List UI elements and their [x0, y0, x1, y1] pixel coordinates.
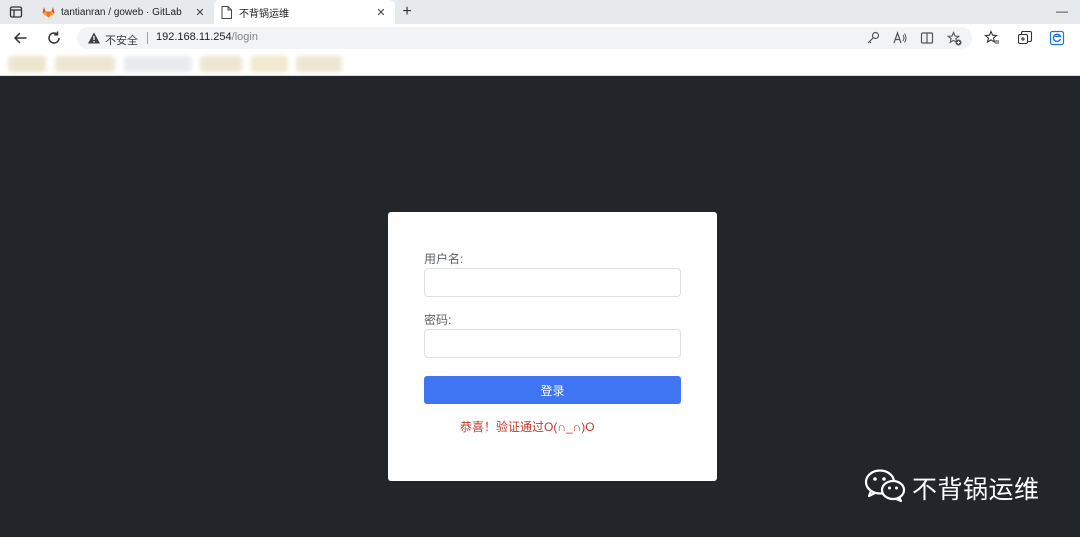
add-favorite-icon[interactable]: [946, 30, 962, 46]
warning-icon[interactable]: [87, 31, 101, 45]
read-aloud-icon[interactable]: [892, 30, 908, 46]
plus-icon[interactable]: +: [398, 3, 416, 21]
password-input[interactable]: [424, 329, 681, 358]
browser-toolbar: 不安全 192.168.11.254/login: [0, 24, 1080, 52]
page-icon: [220, 5, 233, 19]
tab-actions-icon[interactable]: [9, 5, 23, 19]
url-host: 192.168.11.254: [156, 31, 232, 43]
favorites-icon[interactable]: [983, 29, 1001, 47]
bookmark-item[interactable]: [8, 56, 46, 72]
password-label: 密码:: [424, 313, 452, 327]
tab-title: 不背锅运维: [239, 8, 289, 20]
url-text[interactable]: 192.168.11.254/login: [156, 31, 258, 43]
minimize-icon[interactable]: —: [1056, 4, 1068, 18]
refresh-icon[interactable]: [44, 28, 64, 48]
tab-gitlab[interactable]: tantianran / goweb · GitLab ✕: [36, 0, 214, 24]
watermark-text: 不背锅运维: [912, 475, 1040, 504]
tab-active[interactable]: 不背锅运维 ✕: [214, 0, 395, 24]
edge-icon[interactable]: [1048, 29, 1066, 47]
login-card: 用户名: 密码: 登录 恭喜！验证通过O(∩_∩)O: [388, 212, 717, 481]
collections-icon[interactable]: [1016, 29, 1034, 47]
url-path: /login: [231, 31, 258, 43]
bookmark-item[interactable]: [296, 56, 342, 72]
security-label[interactable]: 不安全: [105, 32, 138, 48]
bookmark-item[interactable]: [200, 56, 242, 72]
watermark: 不背锅运维: [864, 468, 1040, 508]
bookmarks-bar: [0, 52, 1080, 76]
reader-icon[interactable]: [919, 30, 935, 46]
login-button[interactable]: 登录: [424, 376, 681, 404]
address-bar[interactable]: 不安全 192.168.11.254/login: [77, 27, 972, 49]
key-icon[interactable]: [865, 30, 881, 46]
tab-strip: tantianran / goweb · GitLab ✕ 不背锅运维 ✕ + …: [0, 0, 1080, 24]
arrow-left-icon[interactable]: [10, 28, 30, 48]
bookmark-item[interactable]: [124, 56, 192, 72]
success-message: 恭喜！验证通过O(∩_∩)O: [460, 420, 595, 434]
username-label: 用户名:: [424, 252, 464, 266]
bookmark-item[interactable]: [251, 56, 288, 72]
bookmark-item[interactable]: [55, 56, 115, 72]
page-content: 用户名: 密码: 登录 恭喜！验证通过O(∩_∩)O 不背锅运维: [0, 77, 1080, 537]
tab-title: tantianran / goweb · GitLab: [61, 6, 182, 18]
wechat-icon: [864, 468, 906, 508]
gitlab-icon: [42, 6, 55, 19]
close-tab-icon[interactable]: ✕: [192, 4, 208, 20]
close-tab-icon[interactable]: ✕: [373, 4, 389, 20]
username-input[interactable]: [424, 268, 681, 297]
address-divider: [147, 32, 148, 44]
